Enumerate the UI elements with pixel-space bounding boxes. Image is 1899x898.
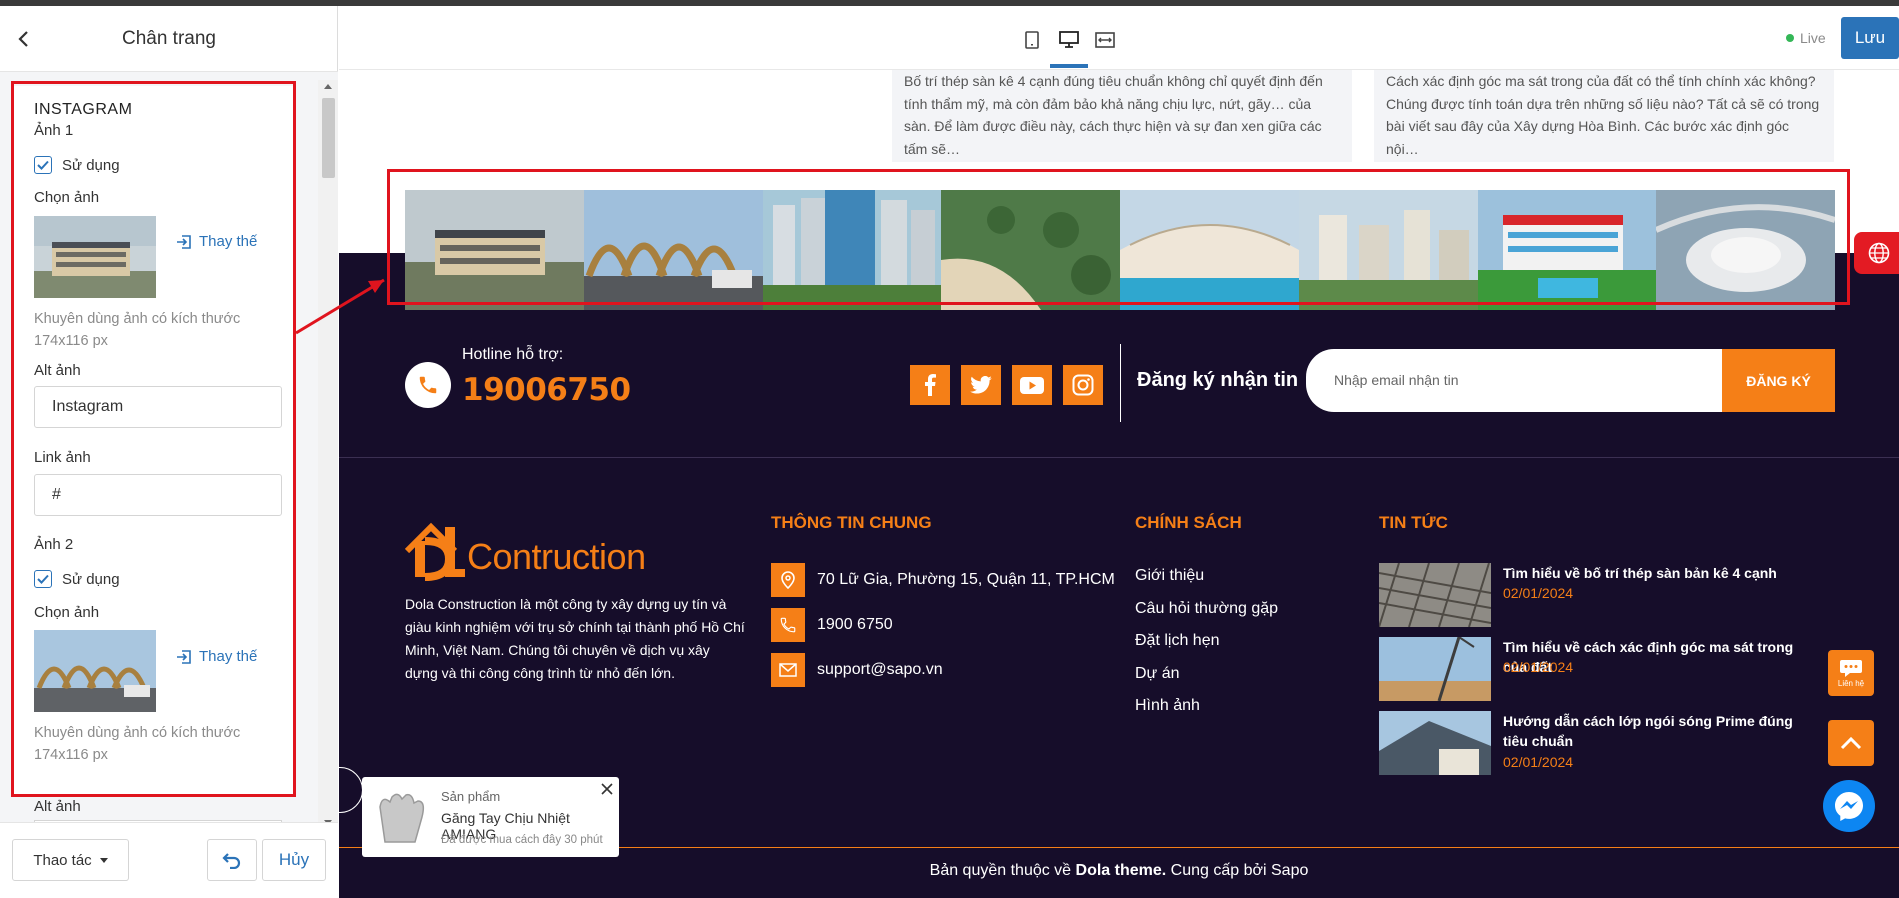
desktop-icon: [1059, 31, 1079, 48]
policy-link[interactable]: Hình ảnh: [1135, 697, 1200, 715]
fullwidth-icon: [1095, 32, 1115, 48]
active-device-indicator: [1050, 64, 1088, 68]
news-date: 02/01/2024: [1503, 659, 1574, 675]
contact-button[interactable]: Liên hệ: [1828, 650, 1874, 696]
news-item[interactable]: Tìm hiểu về bố trí thép sàn bản kê 4 cạn…: [1379, 563, 1799, 629]
purchase-notification-popup[interactable]: Sản phẩm Găng Tay Chịu Nhiệt AMIANG Đã đ…: [362, 777, 619, 857]
policy-link[interactable]: Đặt lịch hẹn: [1135, 632, 1220, 650]
live-dot-icon: [1786, 34, 1794, 42]
mobile-view-button[interactable]: [1018, 26, 1046, 54]
news-thumbnail[interactable]: [1379, 711, 1491, 775]
editor-toolbar: Live Lưu: [339, 6, 1899, 70]
info-heading: THÔNG TIN CHUNG: [771, 513, 932, 532]
undo-button[interactable]: [207, 839, 257, 881]
copyright-text: Bản quyền thuộc về Dola theme. Cung cấp …: [339, 862, 1899, 880]
popup-time: Đã được mua cách đây 30 phút: [441, 834, 603, 846]
email-text: support@sapo.vn: [817, 661, 943, 678]
news-title: Hướng dẫn cách lớp ngói sóng Prime đúng …: [1503, 713, 1793, 749]
live-label: Live: [1800, 30, 1826, 46]
product-glove-image: [370, 787, 430, 847]
blog-card-excerpt[interactable]: Bố trí thép sàn kê 4 cạnh đúng tiêu chuẩ…: [892, 70, 1352, 162]
chevron-left-icon: [18, 31, 28, 47]
scroll-up-arrow-icon[interactable]: [324, 84, 332, 89]
newsletter-title: Đăng ký nhận tin: [1137, 369, 1299, 391]
phone-icon: [771, 608, 805, 642]
messenger-icon: [1835, 792, 1863, 821]
youtube-button[interactable]: [1012, 365, 1052, 405]
instagram-icon: [1072, 374, 1094, 396]
twitter-button[interactable]: [961, 365, 1001, 405]
cancel-button[interactable]: Hủy: [262, 839, 326, 881]
news-heading: TIN TỨC: [1379, 513, 1448, 532]
facebook-icon: [925, 374, 936, 396]
back-button[interactable]: [10, 26, 36, 52]
instagram-button[interactable]: [1063, 365, 1103, 405]
actions-dropdown[interactable]: Thao tác: [12, 839, 129, 881]
undo-icon: [222, 853, 241, 869]
policy-link[interactable]: Giới thiệu: [1135, 567, 1204, 585]
annotation-box-gallery: [387, 169, 1850, 305]
desktop-view-button[interactable]: [1055, 26, 1083, 54]
caret-down-icon: [99, 857, 108, 863]
email-row[interactable]: support@sapo.vn: [771, 653, 943, 687]
news-thumbnail[interactable]: [1379, 563, 1491, 627]
panel-title: Chân trang: [121, 28, 216, 49]
twitter-icon: [970, 376, 992, 394]
actions-label: Thao tác: [33, 851, 92, 869]
popup-category: Sản phẩm: [441, 789, 501, 804]
policy-link[interactable]: Dự án: [1135, 665, 1180, 683]
panel-header: Chân trang: [0, 6, 338, 72]
hotline-label: Hotline hỗ trợ:: [462, 346, 564, 363]
globe-icon: [1868, 242, 1890, 264]
back-to-top-button[interactable]: [1828, 720, 1874, 766]
news-item[interactable]: Tìm hiểu về cách xác định góc ma sát tro…: [1379, 637, 1799, 703]
policy-heading: CHÍNH SÁCH: [1135, 513, 1242, 532]
logo-text: Contruction: [467, 536, 646, 577]
news-date: 02/01/2024: [1503, 585, 1574, 601]
language-button[interactable]: [1854, 232, 1899, 274]
copyright-prefix: Bản quyền thuộc về: [929, 862, 1076, 879]
newsletter-subscribe-button[interactable]: ĐĂNG KÝ: [1722, 349, 1835, 412]
youtube-icon: [1020, 376, 1044, 394]
news-title: Tìm hiểu về bố trí thép sàn bản kê 4 cạn…: [1503, 565, 1777, 581]
scrollbar-thumb[interactable]: [322, 98, 335, 178]
facebook-button[interactable]: [910, 365, 950, 405]
footer-divider: [339, 457, 1899, 458]
panel-scrollbar[interactable]: [318, 80, 338, 830]
copyright-suffix: Cung cấp bởi Sapo: [1166, 862, 1309, 879]
blog-card-excerpt[interactable]: Cách xác định góc ma sát trong của đất c…: [1374, 70, 1834, 162]
news-thumbnail[interactable]: [1379, 637, 1491, 701]
messenger-button[interactable]: [1823, 780, 1875, 832]
live-status: Live: [1786, 30, 1826, 46]
location-pin-icon: [771, 563, 805, 597]
news-date: 02/01/2024: [1503, 754, 1574, 770]
hotline-number[interactable]: 19006750: [462, 372, 631, 408]
annotation-box-settings: [11, 81, 296, 797]
close-icon[interactable]: [600, 782, 614, 796]
image2-alt-label: Alt ảnh: [34, 798, 81, 815]
mail-icon: [771, 653, 805, 687]
brand-logo[interactable]: Contruction: [404, 513, 685, 583]
app-root: Chân trang INSTAGRAM Ảnh 1 Sử dụng Chọn …: [0, 0, 1899, 898]
chat-bubble-icon: [1840, 659, 1862, 677]
newsletter-email-input[interactable]: Nhập email nhận tin: [1306, 349, 1722, 412]
policy-link[interactable]: Câu hỏi thường gặp: [1135, 600, 1278, 618]
news-item[interactable]: Hướng dẫn cách lớp ngói sóng Prime đúng …: [1379, 711, 1799, 777]
address-row: 70 Lữ Gia, Phường 15, Quận 11, TP.HCM: [771, 563, 1115, 597]
company-about: Dola Construction là một công ty xây dựn…: [405, 596, 745, 681]
panel-footer: Thao tác Hủy: [0, 822, 338, 898]
address-text: 70 Lữ Gia, Phường 15, Quận 11, TP.HCM: [817, 571, 1115, 588]
contact-label: Liên hệ: [1837, 678, 1865, 688]
chevron-up-icon: [1840, 736, 1862, 750]
phone-text: 1900 6750: [817, 616, 893, 633]
mobile-icon: [1025, 31, 1039, 49]
newsletter-divider: [1120, 344, 1121, 422]
fullwidth-view-button[interactable]: [1091, 26, 1119, 54]
save-button[interactable]: Lưu: [1841, 17, 1899, 59]
copyright-brand[interactable]: Dola theme.: [1076, 862, 1167, 879]
hotline-phone-icon: [405, 362, 451, 408]
phone-row[interactable]: 1900 6750: [771, 608, 893, 642]
